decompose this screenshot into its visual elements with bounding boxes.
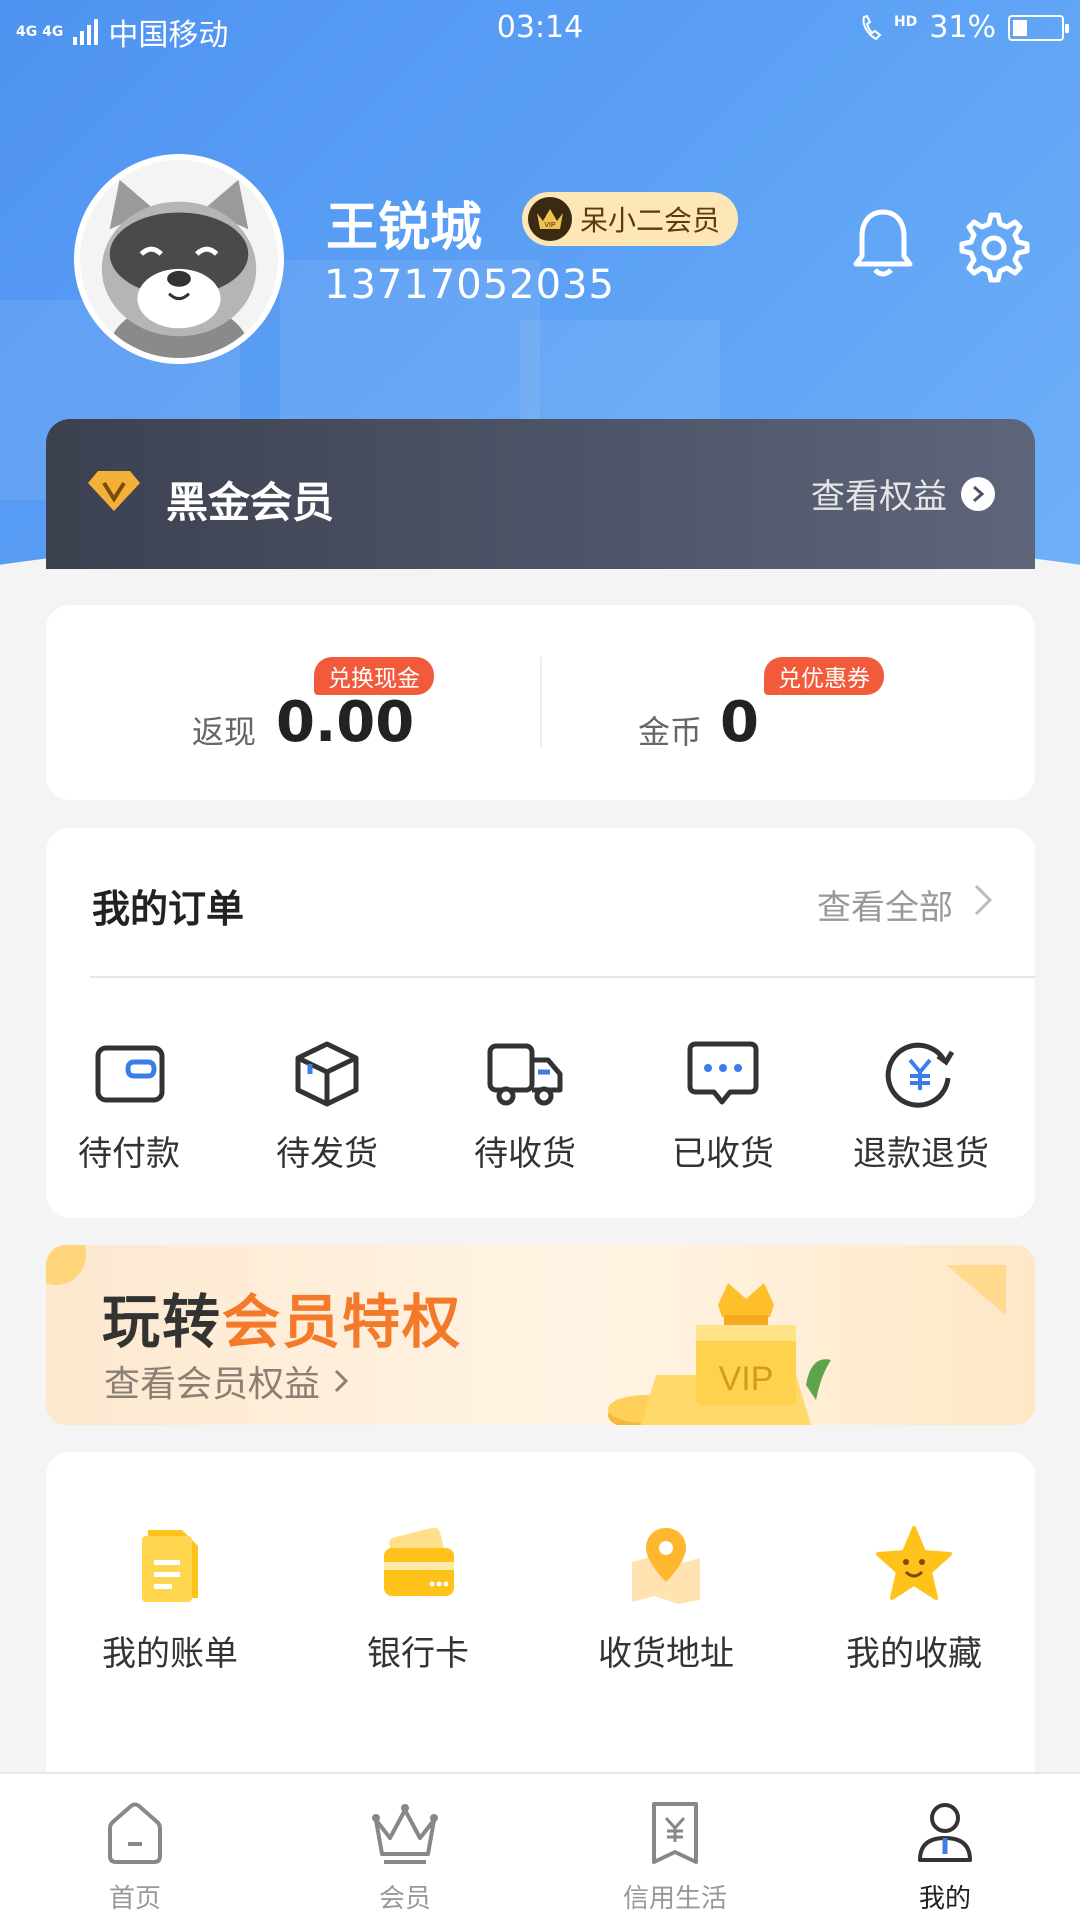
vip-crown-icon: VIP: [528, 197, 572, 241]
rebate-coin-card: 返现 0.00 兑换现金 金币 0 兑优惠券: [46, 605, 1035, 800]
battery-percent: 31%: [929, 10, 996, 45]
divider: [90, 976, 1035, 978]
black-gold-membership-bar[interactable]: 黑金会员 查看权益: [46, 419, 1035, 569]
member-badge-label: 呆小二会员: [580, 204, 721, 237]
service-my-favorites[interactable]: 我的收藏: [790, 1522, 1038, 1675]
black-gold-title: 黑金会员: [166, 478, 335, 527]
services-card: 我的账单 银行卡 收货地址 我的收藏: [46, 1452, 1035, 1792]
user-icon: [910, 1798, 980, 1868]
member-privilege-banner[interactable]: 玩转会员特权 查看会员权益 VIP: [46, 1245, 1035, 1425]
refund-icon: [882, 1038, 960, 1110]
hd-call-icon: HD: [858, 13, 917, 43]
truck-icon: [486, 1038, 564, 1110]
bank-card-icon: [376, 1522, 460, 1606]
tab-credit-life[interactable]: 信用生活: [540, 1798, 810, 1915]
avatar[interactable]: [74, 154, 284, 364]
chevron-right-icon: [973, 883, 993, 926]
tab-mine[interactable]: 我的: [810, 1798, 1080, 1915]
box-icon: [288, 1038, 366, 1110]
star-icon: [872, 1522, 956, 1606]
home-icon: [100, 1798, 170, 1868]
crown-icon: [370, 1798, 440, 1868]
status-bar: 4G 4G 中国移动 03:14 HD 31%: [0, 0, 1080, 58]
vip-trophy-illustration: VIP: [606, 1265, 1006, 1425]
redeem-coupon-tag[interactable]: 兑优惠券: [764, 657, 884, 695]
rebate-section[interactable]: 返现 0.00 兑换现金: [46, 605, 540, 800]
order-received[interactable]: 已收货: [624, 1038, 822, 1175]
svg-text:VIP: VIP: [719, 1360, 774, 1398]
bottom-tab-bar: 首页 会员 信用生活 我的: [0, 1772, 1080, 1920]
user-phone: 13717052035: [324, 262, 615, 308]
gear-icon[interactable]: [958, 212, 1030, 284]
wallet-icon: [90, 1038, 168, 1110]
coin-label: 金币: [638, 713, 703, 751]
svg-text:VIP: VIP: [544, 222, 556, 229]
chevron-right-icon: [334, 1369, 349, 1393]
coin-value: 0: [720, 690, 759, 755]
orders-title: 我的订单: [92, 887, 245, 931]
raccoon-avatar-icon: [80, 160, 278, 358]
service-my-bill[interactable]: 我的账单: [46, 1522, 294, 1675]
service-bank-card[interactable]: 银行卡: [294, 1522, 542, 1675]
exchange-cash-tag[interactable]: 兑换现金: [314, 657, 434, 695]
order-refund-return[interactable]: 退款退货: [822, 1038, 1020, 1175]
credit-icon: [640, 1798, 710, 1868]
view-all-orders-link[interactable]: 查看全部: [817, 880, 993, 929]
chevron-right-icon: [961, 476, 995, 511]
bill-icon: [128, 1522, 212, 1606]
service-shipping-address[interactable]: 收货地址: [542, 1522, 790, 1675]
battery-icon: [1008, 14, 1069, 41]
coin-section[interactable]: 金币 0 兑优惠券: [540, 605, 1034, 800]
location-icon: [624, 1522, 708, 1606]
order-pending-shipment[interactable]: 待发货: [228, 1038, 426, 1175]
order-pending-receipt[interactable]: 待收货: [426, 1038, 624, 1175]
rebate-label: 返现: [192, 713, 257, 751]
banner-subtitle: 查看会员权益: [104, 1355, 349, 1407]
bell-icon[interactable]: [852, 208, 914, 278]
view-benefits-link[interactable]: 查看权益: [811, 469, 995, 518]
tab-home[interactable]: 首页: [0, 1798, 270, 1915]
member-badge[interactable]: VIP 呆小二会员: [522, 192, 739, 246]
tab-member[interactable]: 会员: [270, 1798, 540, 1915]
order-pending-payment[interactable]: 待付款: [30, 1038, 228, 1175]
coin-decoration: [46, 1245, 86, 1285]
user-name: 王锐城: [326, 198, 483, 258]
message-icon: [684, 1038, 762, 1110]
banner-title: 玩转会员特权: [102, 1288, 463, 1356]
rebate-value: 0.00: [276, 690, 415, 755]
diamond-icon: [88, 469, 140, 513]
my-orders-card: 我的订单 查看全部 待付款 待发货 待收货 已收货 退款退货: [46, 828, 1035, 1218]
